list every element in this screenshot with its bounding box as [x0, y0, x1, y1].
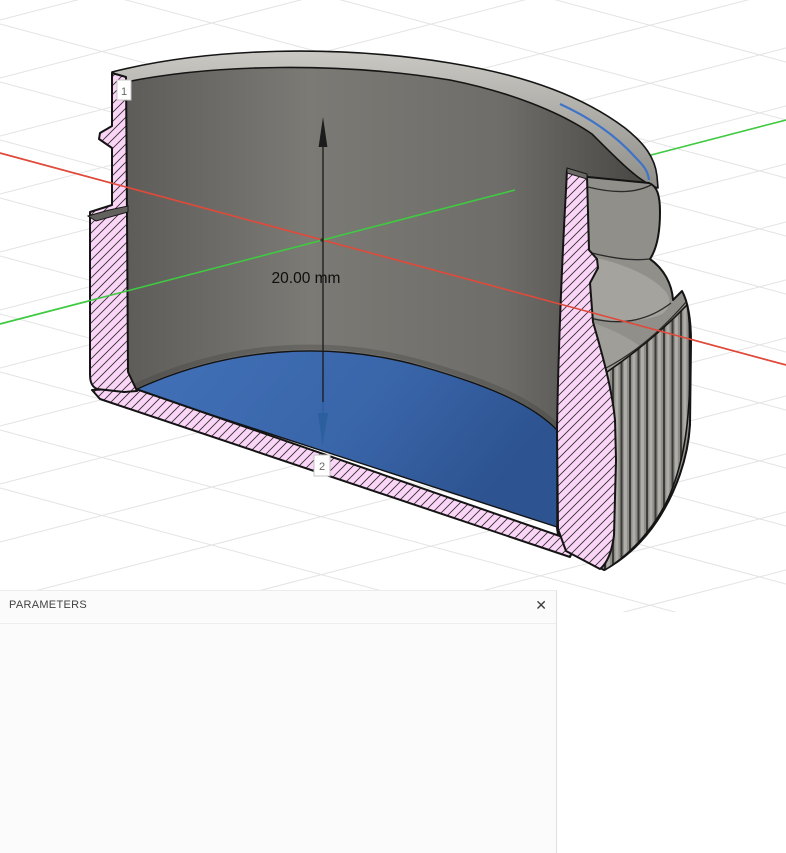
section-marker-2[interactable]: 2: [313, 454, 331, 477]
panel-title: PARAMETERS: [9, 599, 87, 611]
section-marker-1[interactable]: 1: [116, 79, 132, 101]
dimension-label: 20.00 mm: [272, 270, 341, 287]
parameters-dialog[interactable]: PARAMETERS ✕ fx fx ★ + ✓ Automat: [0, 590, 557, 853]
parameters-titlebar[interactable]: PARAMETERS ✕: [0, 591, 556, 624]
close-icon[interactable]: ✕: [535, 596, 547, 614]
marker-1-label: 1: [121, 86, 127, 98]
marker-2-label: 2: [319, 461, 325, 473]
fusion-canvas: 20.00 mm 1 2 PARAMETERS ✕ fx fx ★ +: [0, 0, 786, 853]
